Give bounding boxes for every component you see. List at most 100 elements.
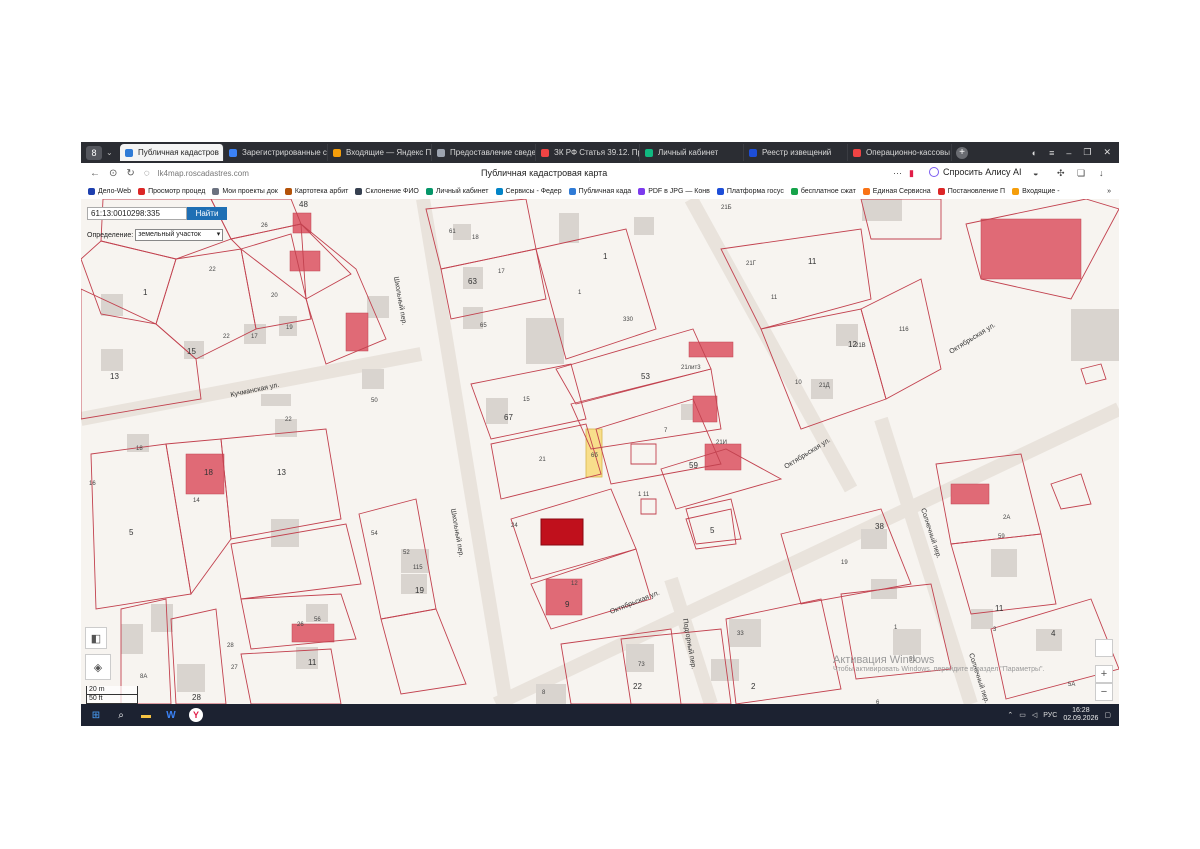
parcel-label[interactable]: 73 — [638, 662, 645, 668]
reload-icon[interactable]: ↻ — [126, 168, 134, 179]
parcel-label[interactable]: 15 — [187, 347, 196, 356]
parcel-label[interactable]: 16 — [89, 481, 96, 487]
parcel-label[interactable]: 14 — [193, 498, 200, 504]
parcel-label[interactable]: 9 — [565, 600, 570, 609]
parcel-label[interactable]: 8А — [140, 674, 147, 680]
bookmark-item[interactable]: Постановление П — [937, 188, 1005, 195]
parcel-label[interactable]: 1 11 — [638, 492, 650, 498]
notifications-icon[interactable]: ▢ — [1104, 711, 1111, 719]
ask-alice-button[interactable]: Спросить Алису AI — [929, 167, 1022, 177]
bookmark-item[interactable]: Просмотр процед — [138, 188, 205, 195]
back-icon[interactable]: ← — [90, 168, 100, 179]
parcel-label[interactable]: 22 — [209, 267, 216, 273]
tab-notices[interactable]: Реестр извещений — [744, 144, 848, 161]
bookmarks-overflow-icon[interactable]: » — [1107, 188, 1119, 195]
volume-icon[interactable]: ◁ — [1032, 711, 1037, 719]
cadastral-map[interactable]: Кучманская ул. Школьный пер. Школьный пе… — [81, 199, 1119, 704]
download-icon[interactable]: ↓ — [1099, 168, 1104, 178]
parcel-label[interactable]: 21лит3 — [681, 365, 701, 371]
definition-select[interactable]: земельный участок ▾ — [135, 229, 224, 241]
parcel-label[interactable]: 5 — [129, 528, 134, 537]
file-explorer-icon[interactable]: ▬ — [136, 707, 156, 723]
extensions-icon[interactable]: ✣ — [1057, 168, 1065, 179]
parcel-label[interactable]: 2 — [751, 682, 756, 691]
bookmark-item[interactable]: Дело-Web — [88, 188, 131, 195]
bookmark-item[interactable]: Склонение ФИО — [355, 188, 419, 195]
collections-icon[interactable]: ❏ — [1077, 168, 1085, 179]
parcel-label[interactable]: 65 — [480, 323, 487, 329]
url-field[interactable]: lk4map.roscadastres.com — [158, 169, 249, 178]
close-window-icon[interactable]: ✕ — [1103, 147, 1111, 158]
parcel-label[interactable]: 11 — [771, 295, 778, 301]
parcel-label[interactable]: 56 — [314, 617, 321, 623]
minimize-icon[interactable]: – — [1066, 148, 1071, 158]
zoom-in-button[interactable]: + — [1095, 665, 1113, 683]
parcel-label[interactable]: 12 — [571, 581, 578, 587]
parcel-label[interactable]: 21Б — [721, 205, 732, 211]
parcel-label[interactable]: 67 — [504, 413, 513, 422]
parcel-label[interactable]: 22 — [633, 682, 642, 691]
parcel-label[interactable]: 22 — [223, 334, 230, 340]
parcel-label[interactable]: 15 — [523, 397, 530, 403]
word-icon[interactable]: W — [161, 707, 181, 723]
parcel-label[interactable]: 26 — [297, 622, 304, 628]
parcel-label[interactable]: 52 — [403, 550, 410, 556]
tab-land-code[interactable]: ЗК РФ Статья 39.12. Пр — [536, 144, 640, 161]
menu-icon[interactable]: ≡ — [1049, 148, 1054, 158]
parcel-label[interactable]: 20 — [271, 293, 278, 299]
parcel-label[interactable]: 21Г — [746, 261, 757, 267]
parcel-label[interactable]: 5 — [710, 526, 715, 535]
parcel-label[interactable]: 10 — [795, 380, 802, 386]
windows-start-icon[interactable]: ⊞ — [86, 707, 106, 723]
parcel-label[interactable]: 115 — [413, 565, 423, 571]
parcel-label[interactable]: 330 — [623, 317, 634, 323]
parcel-label[interactable]: 53 — [641, 372, 650, 381]
bookmark-item[interactable]: Мои проекты док — [212, 188, 278, 195]
parcel-label[interactable]: 50 — [371, 398, 378, 404]
language-indicator[interactable]: РУС — [1043, 712, 1057, 719]
tab-provision[interactable]: Предоставление сведе — [432, 144, 536, 161]
parcel-label[interactable]: 18 — [136, 446, 143, 452]
bookmark-item[interactable]: Входящие - — [1012, 188, 1060, 195]
shield-icon[interactable]: ⊙ — [109, 168, 117, 179]
parcel-label[interactable]: 1 — [603, 252, 608, 261]
profile-icon[interactable]: ◐ — [1032, 148, 1037, 158]
network-icon[interactable]: ▭ — [1019, 711, 1026, 719]
clock[interactable]: 16:28 02.09.2026 — [1063, 707, 1098, 723]
parcel-label[interactable]: 1 — [143, 288, 148, 297]
parcel-label[interactable]: 12 — [848, 340, 857, 349]
parcel-label[interactable]: 4 — [1051, 629, 1056, 638]
parcel-label[interactable]: 18 — [472, 235, 479, 241]
restore-icon[interactable]: ❐ — [1083, 147, 1091, 158]
layers-button[interactable]: ◈ — [85, 654, 111, 680]
yandex-browser-icon[interactable]: Y — [186, 707, 206, 723]
parcel-label[interactable]: 11 — [808, 257, 817, 266]
chevron-up-icon[interactable]: ⌃ — [1007, 711, 1013, 719]
chevron-down-icon[interactable]: ⌄ — [106, 148, 116, 157]
parcel-label[interactable]: 21Д — [819, 383, 830, 389]
parcel-label[interactable]: 19 — [841, 560, 848, 566]
tab-cash[interactable]: Операционно-кассовы — [848, 144, 952, 161]
eye-icon[interactable]: ◒ — [1033, 168, 1038, 178]
zoom-out-button[interactable]: − — [1095, 683, 1113, 701]
parcel-label[interactable]: 3 — [993, 627, 997, 633]
browser-menu-icon[interactable]: 8 — [86, 145, 102, 160]
find-button[interactable]: Найти — [187, 207, 227, 220]
parcel-label[interactable]: 48 — [299, 200, 308, 209]
parcel-label[interactable]: 1 — [578, 290, 582, 296]
bookmark-item[interactable]: Единая Сервисна — [862, 188, 931, 195]
bookmark-item[interactable]: PDF в JPG — Конв — [638, 188, 710, 195]
parcel-label[interactable]: 2А — [1003, 515, 1010, 521]
parcel-label[interactable]: 116 — [899, 327, 909, 333]
parcel-label[interactable]: 26 — [261, 223, 268, 229]
parcel-label[interactable]: 27 — [231, 665, 238, 671]
tab-inbox[interactable]: Входящие — Яндекс По — [328, 144, 432, 161]
parcel-label[interactable]: 28 — [192, 693, 201, 702]
bookmark-item[interactable]: Платформа госус — [716, 188, 784, 195]
parcel-label[interactable]: 40 — [81, 199, 88, 201]
bookmark-item[interactable]: Сервисы - Федер — [495, 188, 562, 195]
parcel-label[interactable]: 18 — [204, 468, 213, 477]
parcel-label[interactable]: 17 — [251, 334, 258, 340]
fullscreen-button[interactable]: ◧ — [85, 627, 107, 649]
parcel-label[interactable]: 61 — [449, 229, 456, 235]
